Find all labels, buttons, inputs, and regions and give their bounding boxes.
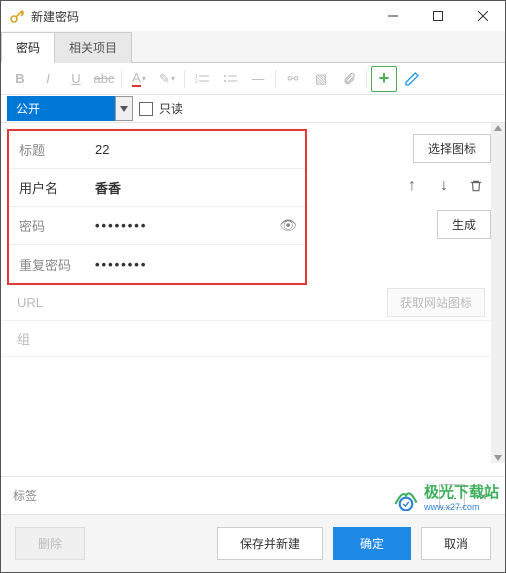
fetch-site-icon-button[interactable]: 获取网站图标 <box>387 288 485 317</box>
separator <box>121 70 122 88</box>
row-group: 组 <box>1 321 505 357</box>
scroll-up-icon[interactable] <box>494 125 502 131</box>
scrollbar[interactable] <box>491 123 505 463</box>
ok-button[interactable]: 确定 <box>333 527 411 560</box>
svg-text:2: 2 <box>195 79 198 85</box>
cancel-button[interactable]: 取消 <box>421 527 491 560</box>
add-button[interactable]: + <box>371 66 397 92</box>
tag-clear-button[interactable]: × <box>473 488 493 504</box>
tag-input[interactable] <box>61 484 431 508</box>
underline-button[interactable]: U <box>63 66 89 92</box>
highlighted-fields: 标题 22 用户名 香香 密码 ••••••••👁 重复密码 •••••••• <box>7 129 307 285</box>
strike-button[interactable]: abc <box>91 66 117 92</box>
separator <box>366 70 367 88</box>
chevron-down-icon[interactable] <box>115 96 133 121</box>
tag-bar: 标签 ... × <box>1 476 505 514</box>
highlight-button[interactable]: ✎▾ <box>154 66 180 92</box>
app-key-icon <box>9 8 25 24</box>
bullet-list-button[interactable] <box>217 66 243 92</box>
titlebar: 新建密码 <box>1 1 505 31</box>
separator <box>184 70 185 88</box>
generate-button[interactable]: 生成 <box>437 210 491 239</box>
move-down-icon[interactable]: ↓ <box>433 175 455 197</box>
trash-icon[interactable] <box>465 175 487 197</box>
separator <box>275 70 276 88</box>
tab-password[interactable]: 密码 <box>1 32 55 63</box>
username-value[interactable]: 香香 <box>95 178 305 197</box>
row-repeat-password: 重复密码 •••••••• <box>9 245 305 283</box>
attach-button[interactable] <box>336 66 362 92</box>
minimize-button[interactable] <box>370 1 415 31</box>
edit-button[interactable] <box>399 66 425 92</box>
repeat-password-value[interactable]: •••••••• <box>95 257 305 272</box>
title-label: 标题 <box>9 140 95 159</box>
window-title: 新建密码 <box>31 8 370 25</box>
repeat-password-label: 重复密码 <box>9 255 95 274</box>
row-password: 密码 ••••••••👁 <box>9 207 305 245</box>
visibility-value: 公开 <box>7 96 115 121</box>
tab-related[interactable]: 相关项目 <box>54 32 132 63</box>
tabs: 密码 相关项目 <box>1 31 505 63</box>
scroll-down-icon[interactable] <box>494 455 502 461</box>
row-username: 用户名 香香 <box>9 169 305 207</box>
image-button[interactable]: ▧ <box>308 66 334 92</box>
content-area: 选择图标 ↑ ↓ 生成 标题 22 用户名 香香 密码 ••••••••👁 重复… <box>1 123 505 463</box>
readonly-checkbox[interactable] <box>139 102 153 116</box>
move-up-icon[interactable]: ↑ <box>401 175 423 197</box>
ordered-list-button[interactable]: 12 <box>189 66 215 92</box>
hr-button[interactable]: — <box>245 66 271 92</box>
tag-label: 标签 <box>13 487 53 504</box>
footer: 删除 保存并新建 确定 取消 <box>1 514 505 572</box>
title-value[interactable]: 22 <box>95 142 305 157</box>
visibility-combo[interactable]: 公开 <box>7 96 133 121</box>
row-title: 标题 22 <box>9 131 305 169</box>
url-label: URL <box>17 295 107 310</box>
choose-icon-button[interactable]: 选择图标 <box>413 134 491 163</box>
format-toolbar: B I U abc A▾ ✎▾ 12 — ⚯ ▧ + <box>1 63 505 95</box>
close-button[interactable] <box>460 1 505 31</box>
row-url: URL 获取网站图标 <box>1 285 505 321</box>
password-label: 密码 <box>9 216 95 235</box>
font-color-button[interactable]: A▾ <box>126 66 152 92</box>
readonly-label: 只读 <box>159 100 183 117</box>
eye-icon[interactable]: 👁 <box>279 217 297 234</box>
password-value[interactable]: ••••••••👁 <box>95 217 305 234</box>
delete-button[interactable]: 删除 <box>15 527 85 560</box>
link-button[interactable]: ⚯ <box>280 66 306 92</box>
save-and-new-button[interactable]: 保存并新建 <box>217 527 323 560</box>
tag-more-button[interactable]: ... <box>439 484 465 508</box>
controls-row: 公开 只读 <box>1 95 505 123</box>
italic-button[interactable]: I <box>35 66 61 92</box>
group-label: 组 <box>17 329 107 348</box>
bold-button[interactable]: B <box>7 66 33 92</box>
username-label: 用户名 <box>9 178 95 197</box>
maximize-button[interactable] <box>415 1 460 31</box>
